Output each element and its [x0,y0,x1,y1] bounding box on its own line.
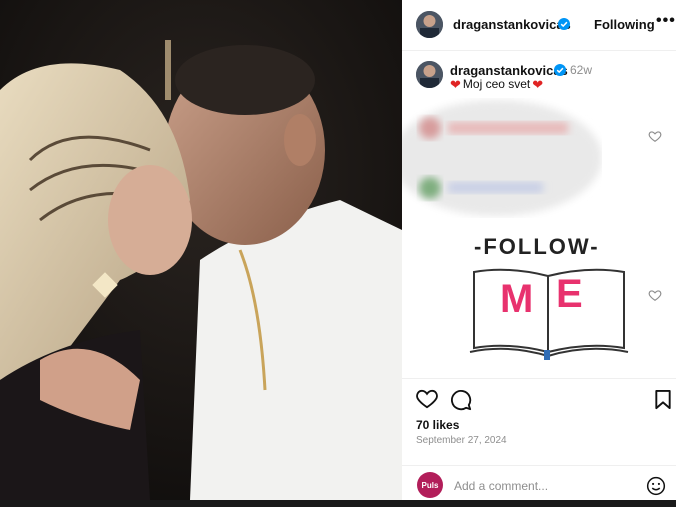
verified-badge-icon [554,64,566,76]
red-heart-emoji: ❤ [450,76,461,92]
post-age[interactable]: 62w [570,63,592,77]
more-icon[interactable]: ••• [656,12,676,30]
comment-bar: Puls Add a comment... [402,465,676,501]
caption: ❤ Moj ceo svet ❤ [450,77,543,91]
caption-avatar[interactable] [416,61,443,88]
bookmark-icon[interactable] [654,389,672,410]
puls-avatar: Puls [417,472,443,498]
book-illustration [469,268,629,360]
comment-input[interactable]: Add a comment... [454,479,548,493]
follow-sticker-text: -FOLLOW- [474,234,600,259]
emoji-icon[interactable] [646,476,666,496]
post-date: September 27, 2024 [416,435,507,446]
sticker-letter-m: M [500,277,534,321]
blurred-comments [392,98,602,218]
heart-icon[interactable] [416,389,438,409]
post-sidebar: draganstankovicas Following ••• draganst… [392,0,676,501]
following-button[interactable]: Following [594,17,655,32]
verified-badge-icon [558,18,570,30]
bottom-border [0,500,676,507]
actions-divider [402,378,676,380]
likes-count[interactable]: 70 likes [416,418,459,432]
username[interactable]: draganstankovicas [453,17,571,32]
red-heart-emoji: ❤ [532,76,544,92]
caption-username[interactable]: draganstankovicas [450,63,568,78]
post-image [0,0,402,500]
post-photo[interactable] [0,0,402,500]
comment-like-heart-icon[interactable] [648,288,662,302]
comment-like-heart-icon[interactable] [648,129,662,143]
sticker-letter-e: E [556,272,583,316]
avatar[interactable] [416,11,443,38]
post-header: draganstankovicas Following ••• [402,0,676,51]
caption-text: Moj ceo svet [462,77,531,91]
comment-icon[interactable] [450,389,472,411]
